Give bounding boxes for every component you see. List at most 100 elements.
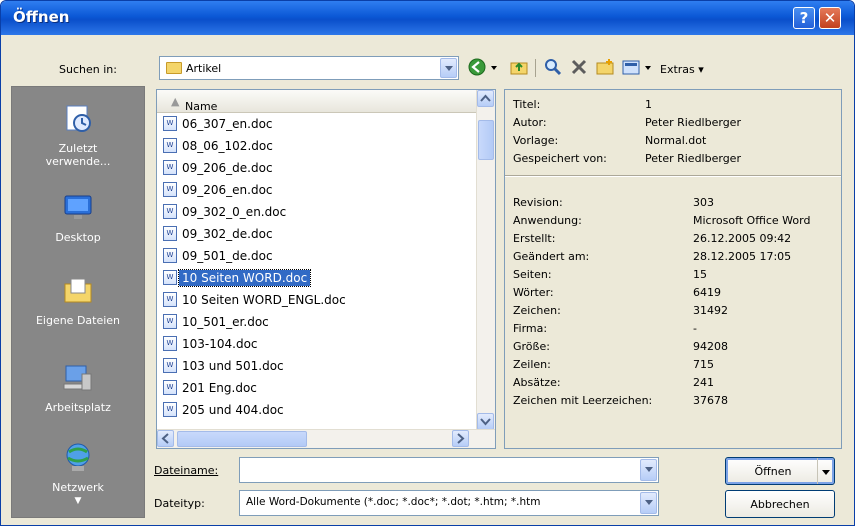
word-document-icon: W bbox=[163, 314, 177, 329]
chevron-right-icon bbox=[457, 433, 465, 444]
property-key: Anwendung: bbox=[513, 214, 582, 227]
desktop-icon bbox=[64, 195, 92, 219]
property-key: Titel: bbox=[513, 98, 541, 111]
window-title: Öffnen bbox=[13, 8, 70, 26]
property-key: Zeichen mit Leerzeichen: bbox=[513, 394, 653, 407]
filetype-label: Dateityp: bbox=[154, 497, 205, 510]
filename-input[interactable] bbox=[239, 457, 659, 483]
file-row[interactable]: W 06_307_en.doc bbox=[163, 116, 276, 135]
scroll-left-button[interactable] bbox=[157, 430, 174, 447]
file-name: 205 und 404.doc bbox=[182, 402, 284, 417]
chevron-down-icon[interactable] bbox=[640, 492, 657, 514]
back-icon[interactable] bbox=[467, 57, 487, 77]
file-row[interactable]: W 103 und 501.doc bbox=[163, 358, 287, 377]
help-button[interactable]: ? bbox=[793, 7, 815, 29]
extras-label: Extras bbox=[660, 63, 695, 76]
file-row[interactable]: W 09_302_de.doc bbox=[163, 226, 276, 245]
horizontal-scrollbar[interactable] bbox=[157, 429, 495, 448]
file-row[interactable]: W 10_501_er.doc bbox=[163, 314, 272, 333]
file-row[interactable]: W 10 Seiten WORD_ENGL.doc bbox=[163, 292, 349, 311]
horizontal-scroll-thumb[interactable] bbox=[177, 431, 307, 447]
search-web-icon[interactable] bbox=[543, 57, 563, 77]
title-bar[interactable]: Öffnen ? ✕ bbox=[1, 1, 854, 35]
property-value: Microsoft Office Word bbox=[693, 214, 811, 227]
scroll-down-button[interactable] bbox=[477, 413, 494, 430]
vertical-scroll-thumb[interactable] bbox=[478, 120, 494, 160]
place-desktop[interactable]: Desktop bbox=[12, 192, 144, 244]
file-list[interactable]: Name ▲ W 06_307_en.doc W 08_06_102.doc W 09_2… bbox=[156, 89, 496, 449]
property-key: Seiten: bbox=[513, 268, 552, 281]
chevron-down-icon[interactable] bbox=[640, 459, 657, 481]
file-name: 09_206_de.doc bbox=[182, 160, 273, 175]
scroll-up-button[interactable] bbox=[477, 90, 494, 107]
property-key: Größe: bbox=[513, 340, 550, 353]
open-options-dropdown-icon[interactable] bbox=[817, 458, 834, 484]
file-name: 10_501_er.doc bbox=[182, 314, 269, 329]
properties-divider bbox=[505, 175, 841, 177]
chevron-left-icon bbox=[161, 433, 169, 444]
place-recent[interactable]: Zuletzt verwende... bbox=[12, 103, 144, 168]
lookin-label: Suchen in: bbox=[59, 63, 117, 76]
column-header-name[interactable]: Name ▲ bbox=[157, 90, 477, 113]
property-value: 31492 bbox=[693, 304, 728, 317]
scroll-down-icon[interactable]: ▼ bbox=[12, 496, 144, 506]
filetype-dropdown[interactable]: Alle Word-Dokumente (*.doc; *.doc*; *.do… bbox=[239, 490, 659, 516]
file-name: 09_501_de.doc bbox=[182, 248, 273, 263]
file-row[interactable]: W 10 Seiten WORD.doc bbox=[163, 268, 312, 289]
delete-icon[interactable] bbox=[569, 57, 589, 77]
sort-ascending-icon: ▲ bbox=[171, 95, 180, 108]
vertical-scrollbar[interactable] bbox=[476, 90, 495, 430]
file-name: 09_302_0_en.doc bbox=[182, 204, 287, 219]
back-dropdown-icon[interactable] bbox=[489, 57, 499, 77]
word-document-icon: W bbox=[163, 270, 177, 285]
property-value: Peter Riedlberger bbox=[645, 152, 741, 165]
file-name: 103-104.doc bbox=[182, 336, 258, 351]
filename-label-text: Dateiname: bbox=[154, 464, 219, 477]
lookin-dropdown[interactable]: Artikel bbox=[159, 56, 459, 80]
file-name: 103 und 501.doc bbox=[182, 358, 284, 373]
word-document-icon: W bbox=[163, 402, 177, 417]
property-value: Normal.dot bbox=[645, 134, 707, 147]
file-row[interactable]: W 09_302_0_en.doc bbox=[163, 204, 289, 223]
file-row[interactable]: W 09_206_de.doc bbox=[163, 160, 276, 179]
chevron-down-icon[interactable] bbox=[440, 58, 457, 78]
file-row[interactable]: W 201 Eng.doc bbox=[163, 380, 260, 399]
property-value: 241 bbox=[693, 376, 714, 389]
property-value: 1 bbox=[645, 98, 652, 111]
property-value: 28.12.2005 17:05 bbox=[693, 250, 792, 263]
property-key: Firma: bbox=[513, 322, 548, 335]
property-value: Peter Riedlberger bbox=[645, 116, 741, 129]
property-value: 15 bbox=[693, 268, 707, 281]
property-key: Vorlage: bbox=[513, 134, 559, 147]
word-document-icon: W bbox=[163, 248, 177, 263]
file-name: 10 Seiten WORD.doc bbox=[177, 268, 312, 287]
file-name: 201 Eng.doc bbox=[182, 380, 257, 395]
scroll-right-button[interactable] bbox=[452, 430, 469, 447]
close-button[interactable]: ✕ bbox=[819, 7, 841, 29]
property-key: Wörter: bbox=[513, 286, 554, 299]
place-my-computer[interactable]: Arbeitsplatz bbox=[12, 362, 144, 414]
property-key: Geändert am: bbox=[513, 250, 590, 263]
cancel-button[interactable]: Abbrechen bbox=[725, 490, 835, 518]
file-row[interactable]: W 09_501_de.doc bbox=[163, 248, 276, 267]
extras-menu[interactable]: Extras ▾ bbox=[660, 63, 704, 76]
place-network[interactable]: Netzwerk ▼ bbox=[12, 442, 144, 506]
word-document-icon: W bbox=[163, 204, 177, 219]
file-row[interactable]: W 09_206_en.doc bbox=[163, 182, 276, 201]
place-label: Eigene Dateien bbox=[35, 314, 121, 327]
file-name: 09_206_en.doc bbox=[182, 182, 273, 197]
recent-documents-icon bbox=[66, 105, 91, 132]
up-folder-icon[interactable] bbox=[509, 57, 529, 77]
views-dropdown-icon[interactable] bbox=[643, 57, 653, 77]
place-my-documents[interactable]: Eigene Dateien bbox=[12, 275, 144, 327]
new-folder-icon[interactable] bbox=[595, 57, 615, 77]
views-icon[interactable] bbox=[621, 57, 641, 77]
place-label: Arbeitsplatz bbox=[45, 401, 111, 414]
cancel-label: Abbrechen bbox=[750, 498, 810, 511]
word-document-icon: W bbox=[163, 182, 177, 197]
file-row[interactable]: W 103-104.doc bbox=[163, 336, 261, 355]
file-row[interactable]: W 205 und 404.doc bbox=[163, 402, 287, 421]
open-button[interactable]: Öffnen bbox=[725, 457, 835, 485]
file-row[interactable]: W 08_06_102.doc bbox=[163, 138, 276, 157]
place-label: Desktop bbox=[55, 231, 101, 244]
